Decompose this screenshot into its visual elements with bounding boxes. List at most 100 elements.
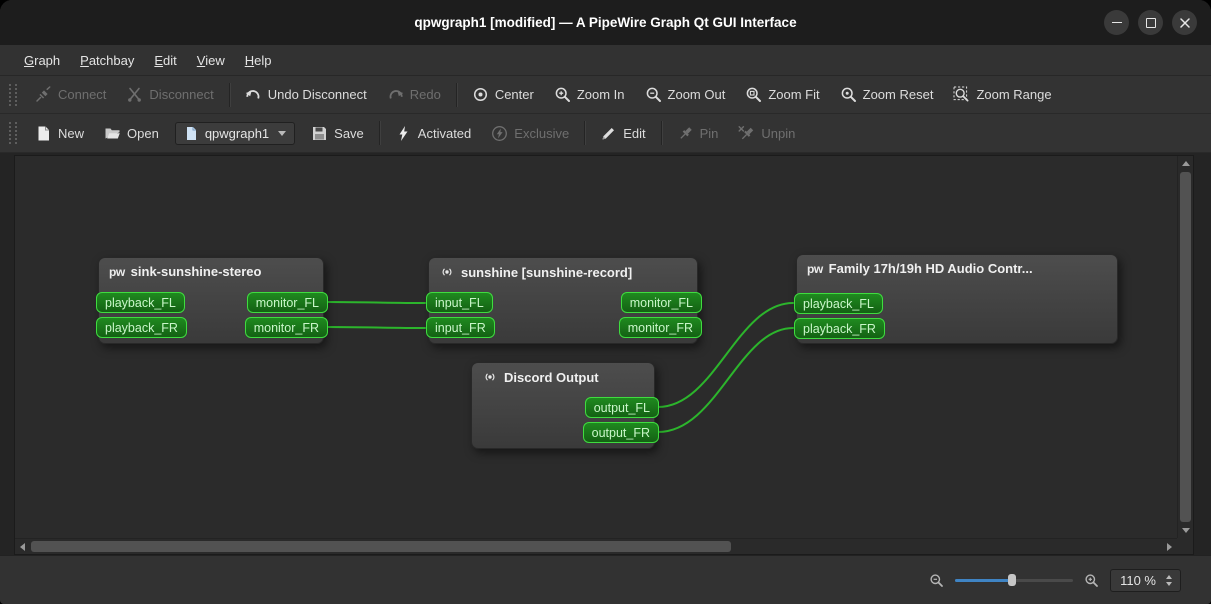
node-discord-output[interactable]: Discord Output output_FL output_FR	[471, 362, 659, 449]
cables-layer	[326, 301, 794, 433]
node-sink-sunshine-stereo[interactable]: pw sink-sunshine-stereo playback_FL moni…	[96, 257, 328, 344]
zoom-in-button[interactable]: Zoom In	[544, 81, 635, 108]
redo-label: Redo	[409, 87, 441, 102]
minimize-button[interactable]	[1104, 10, 1129, 35]
audio-input-port[interactable]: input_FL	[426, 292, 493, 313]
menu-edit[interactable]: Edit	[144, 49, 186, 72]
activated-button[interactable]: Activated	[385, 120, 481, 147]
chevron-down-icon	[278, 130, 287, 136]
audio-input-port[interactable]: playback_FR	[794, 318, 885, 339]
arrow-left-icon	[20, 542, 25, 551]
cable-monitor_FR-input_FR[interactable]	[326, 326, 426, 329]
menu-patchbay[interactable]: Patchbay	[70, 49, 144, 72]
graph-canvas[interactable]: pw sink-sunshine-stereo playback_FL moni…	[15, 156, 1177, 538]
audio-output-port[interactable]: monitor_FL	[246, 292, 328, 313]
close-icon	[1179, 17, 1190, 28]
audio-output-port[interactable]: monitor_FR	[618, 317, 702, 338]
toolbar-drag-handle[interactable]	[9, 122, 17, 144]
menu-view[interactable]: View	[187, 49, 235, 72]
pin-button[interactable]: Pin	[667, 120, 729, 147]
open-label: Open	[127, 125, 159, 141]
patchbay-file-icon	[186, 126, 196, 140]
graph-widget: pw sink-sunshine-stereo playback_FL moni…	[14, 155, 1194, 555]
scroll-up-button[interactable]	[1178, 156, 1193, 171]
zoom-fit-button[interactable]: Zoom Fit	[735, 81, 829, 108]
disconnect-button[interactable]: Disconnect	[116, 81, 223, 108]
node-title: Family 17h/19h HD Audio Contr...	[828, 261, 1033, 276]
zoom-range-button[interactable]: Zoom Range	[943, 81, 1061, 108]
zoom-reset-button[interactable]: Zoom Reset	[830, 81, 944, 108]
zoom-in-icon	[555, 87, 570, 102]
audio-input-port[interactable]: input_FR	[426, 317, 495, 338]
audio-output-port[interactable]: monitor_FR	[244, 317, 328, 338]
redo-button[interactable]: Redo	[377, 81, 451, 108]
zoom-slider[interactable]	[955, 572, 1074, 588]
zoom-out-button[interactable]: Zoom Out	[635, 81, 736, 108]
disconnect-icon	[128, 87, 142, 102]
content-area: pw sink-sunshine-stereo playback_FL moni…	[0, 153, 1211, 555]
scroll-down-button[interactable]	[1178, 523, 1193, 538]
node-header: sunshine [sunshine-record]	[429, 258, 697, 280]
exclusive-button[interactable]: Exclusive	[481, 120, 579, 147]
spin-up-icon[interactable]	[1166, 574, 1172, 579]
node-family-hd-audio-controller[interactable]: pw Family 17h/19h HD Audio Contr... play…	[794, 254, 1118, 344]
unpin-button[interactable]: Unpin	[728, 120, 805, 147]
zoom-in-mini-icon[interactable]	[1084, 573, 1099, 588]
redo-icon	[389, 90, 403, 99]
pin-label: Pin	[699, 125, 719, 141]
center-label: Center	[494, 87, 534, 102]
statusbar: 110 %	[0, 555, 1211, 604]
scroll-left-button[interactable]	[15, 539, 30, 554]
node-header: pw Family 17h/19h HD Audio Contr...	[797, 255, 1117, 276]
menu-help[interactable]: Help	[235, 49, 282, 72]
audio-output-port[interactable]: output_FL	[584, 397, 659, 418]
disconnect-label: Disconnect	[149, 87, 214, 102]
zoom-spinbox[interactable]: 110 %	[1110, 568, 1181, 592]
window-controls	[1104, 0, 1197, 45]
audio-input-port[interactable]: playback_FL	[96, 292, 185, 313]
vertical-scrollbar-thumb[interactable]	[1180, 172, 1191, 522]
undo-disconnect-button[interactable]: Undo Disconnect	[235, 81, 377, 108]
window-title: qpwgraph1 [modified] — A PipeWire Graph …	[414, 15, 797, 30]
zoom-slider-handle[interactable]	[1007, 574, 1016, 586]
titlebar: qpwgraph1 [modified] — A PipeWire Graph …	[0, 0, 1211, 45]
save-button[interactable]: Save	[301, 120, 374, 147]
horizontal-scrollbar-thumb[interactable]	[31, 541, 731, 552]
node-sunshine-record[interactable]: sunshine [sunshine-record] input_FL moni…	[426, 257, 702, 344]
arrow-down-icon	[1181, 528, 1190, 533]
scrollbar-corner	[1177, 538, 1193, 554]
cable-monitor_FL-input_FL[interactable]	[326, 301, 426, 304]
edit-button[interactable]: Edit	[590, 120, 655, 147]
toolbar-drag-handle[interactable]	[9, 83, 17, 106]
menu-graph[interactable]: Graph	[14, 49, 70, 72]
audio-input-port[interactable]: playback_FR	[96, 317, 187, 338]
vertical-scrollbar[interactable]	[1177, 156, 1193, 538]
scroll-right-button[interactable]	[1162, 539, 1177, 554]
activated-icon	[399, 125, 408, 141]
zoom-slider-fill	[955, 578, 1012, 582]
node-title: sink-sunshine-stereo	[130, 264, 262, 279]
undo-icon	[245, 90, 260, 99]
center-button[interactable]: Center	[462, 81, 544, 108]
open-folder-icon	[105, 128, 120, 138]
new-button[interactable]: New	[25, 120, 94, 147]
zoom-out-mini-icon[interactable]	[929, 573, 944, 588]
maximize-button[interactable]	[1138, 10, 1163, 35]
audio-input-port[interactable]: playback_FL	[794, 293, 883, 314]
audio-output-port[interactable]: monitor_FL	[620, 292, 702, 313]
pipewire-icon: pw	[807, 261, 823, 276]
spin-down-icon[interactable]	[1166, 581, 1172, 586]
patchbay-profile-combo[interactable]: qpwgraph1	[174, 121, 296, 145]
horizontal-scrollbar[interactable]	[15, 538, 1177, 554]
zoom-range-label: Zoom Range	[976, 87, 1052, 102]
toolbar-separator	[228, 82, 230, 107]
connect-label: Connect	[58, 87, 107, 102]
node-title: Discord Output	[504, 369, 599, 385]
close-button[interactable]	[1172, 10, 1197, 35]
toolbar-separator	[660, 121, 662, 145]
connect-button[interactable]: Connect	[25, 81, 116, 108]
audio-app-icon	[442, 268, 452, 276]
zoom-in-label: Zoom In	[576, 87, 625, 102]
audio-output-port[interactable]: output_FR	[582, 422, 659, 443]
open-button[interactable]: Open	[94, 120, 169, 147]
